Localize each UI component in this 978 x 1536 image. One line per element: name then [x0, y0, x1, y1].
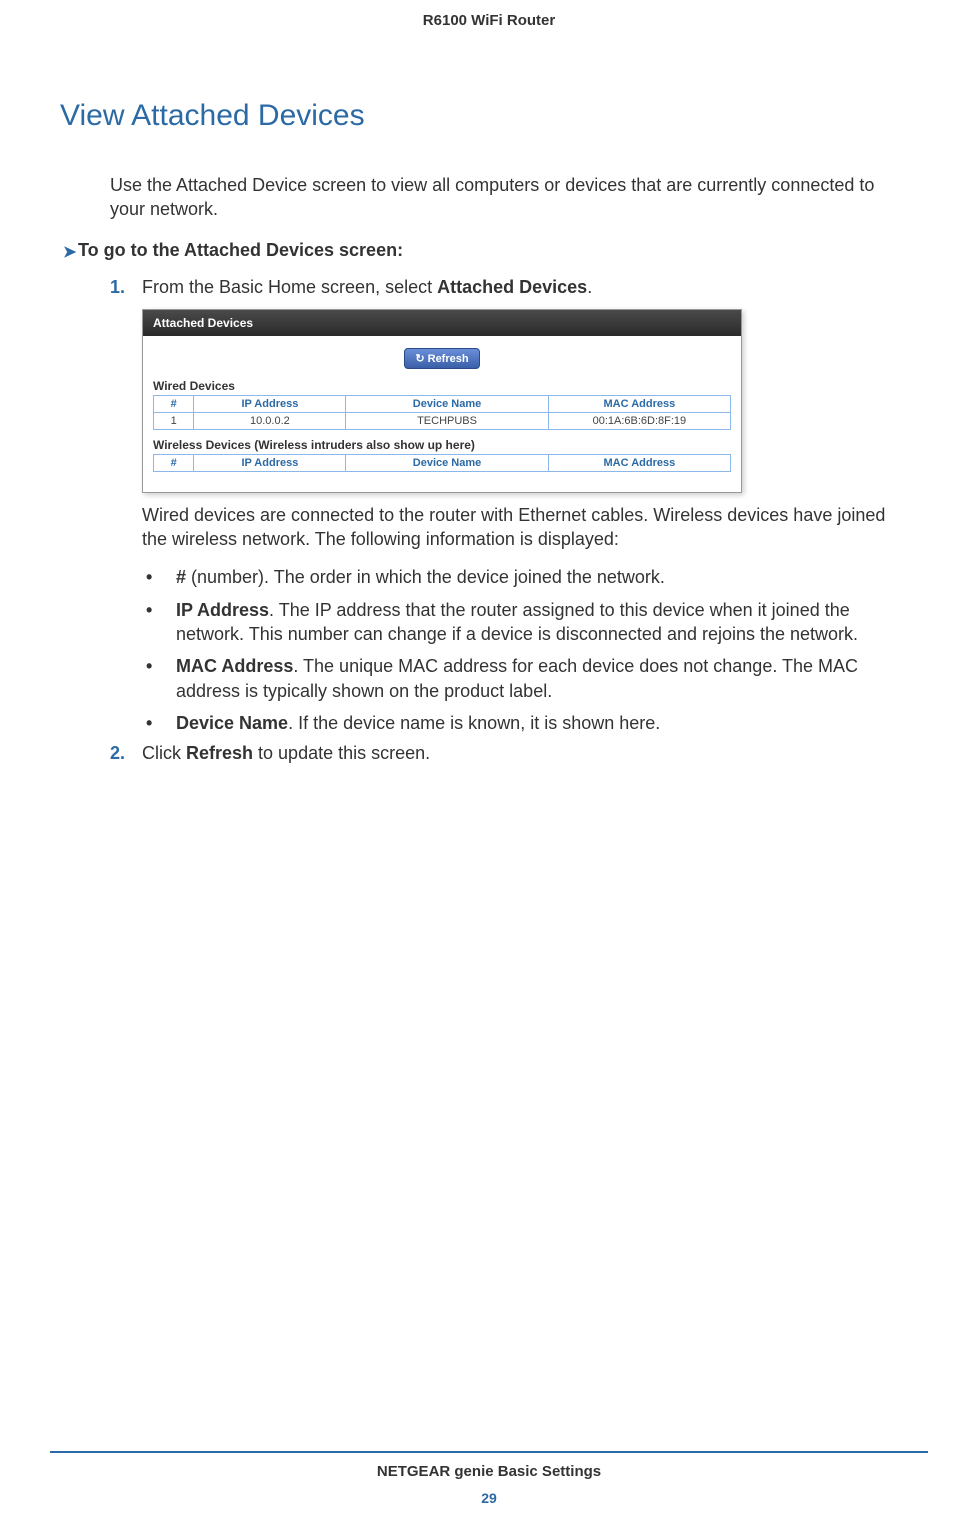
bullet-icon: • [146, 654, 152, 678]
list-item: • IP Address. The IP address that the ro… [142, 598, 898, 647]
list-item: • Device Name. If the device name is kno… [142, 711, 898, 735]
step-bold: Attached Devices [437, 277, 587, 297]
col-ip: IP Address [194, 395, 346, 412]
step-text: From the Basic Home screen, select [142, 277, 437, 297]
step-bold: Refresh [186, 743, 253, 763]
step-number: 1. [110, 275, 125, 299]
step-list: 1. From the Basic Home screen, select At… [110, 275, 928, 299]
step-text: Click [142, 743, 186, 763]
bullet-bold: # [176, 567, 186, 587]
table-header-row: # IP Address Device Name MAC Address [154, 395, 731, 412]
cell-num: 1 [154, 412, 194, 429]
procedure-heading-text: To go to the Attached Devices screen: [78, 240, 403, 260]
bullet-list: • # (number). The order in which the dev… [142, 565, 898, 735]
footer-page-number: 29 [50, 1490, 928, 1506]
cell-ip: 10.0.0.2 [194, 412, 346, 429]
step-number: 2. [110, 743, 125, 764]
col-ip: IP Address [194, 454, 346, 471]
col-name: Device Name [346, 454, 548, 471]
procedure-heading: ➤ To go to the Attached Devices screen: [78, 240, 928, 261]
step-2: 2. Click Refresh to update this screen. [110, 743, 928, 764]
step-text-after: to update this screen. [253, 743, 430, 763]
wired-devices-label: Wired Devices [153, 379, 731, 393]
bullet-bold: MAC Address [176, 656, 293, 676]
bullet-text: . The IP address that the router assigne… [176, 600, 858, 644]
col-mac: MAC Address [548, 395, 730, 412]
attached-devices-screenshot: Attached Devices ↻ Refresh Wired Devices … [142, 309, 742, 493]
description-paragraph: Wired devices are connected to the route… [142, 503, 888, 552]
wireless-devices-label: Wireless Devices (Wireless intruders als… [153, 438, 731, 452]
footer-title: NETGEAR genie Basic Settings [50, 1463, 928, 1480]
arrow-icon: ➤ [63, 242, 76, 262]
col-name: Device Name [346, 395, 548, 412]
col-number: # [154, 395, 194, 412]
screenshot-titlebar: Attached Devices [143, 310, 741, 336]
col-mac: MAC Address [548, 454, 730, 471]
list-item: • # (number). The order in which the dev… [142, 565, 898, 589]
refresh-label: Refresh [428, 353, 469, 365]
intro-paragraph: Use the Attached Device screen to view a… [110, 173, 888, 222]
bullet-bold: IP Address [176, 600, 269, 620]
bullet-icon: • [146, 565, 152, 589]
page-footer: NETGEAR genie Basic Settings 29 [50, 1451, 928, 1506]
bullet-icon: • [146, 711, 152, 735]
refresh-button[interactable]: ↻ Refresh [404, 348, 479, 369]
step-text-after: . [587, 277, 592, 297]
doc-header: R6100 WiFi Router [50, 0, 928, 29]
cell-name: TECHPUBS [346, 412, 548, 429]
bullet-text: . If the device name is known, it is sho… [288, 713, 660, 733]
wireless-devices-table: # IP Address Device Name MAC Address [153, 454, 731, 472]
page-title: View Attached Devices [60, 99, 928, 133]
bullet-bold: Device Name [176, 713, 288, 733]
step-1: 1. From the Basic Home screen, select At… [110, 275, 928, 299]
list-item: • MAC Address. The unique MAC address fo… [142, 654, 898, 703]
refresh-icon: ↻ [415, 352, 424, 365]
screenshot-body: ↻ Refresh Wired Devices # IP Address Devi… [143, 336, 741, 492]
bullet-icon: • [146, 598, 152, 622]
bullet-text: (number). The order in which the device … [186, 567, 665, 587]
cell-mac: 00:1A:6B:6D:8F:19 [548, 412, 730, 429]
col-number: # [154, 454, 194, 471]
wired-devices-table: # IP Address Device Name MAC Address 1 1… [153, 395, 731, 430]
table-row: 1 10.0.0.2 TECHPUBS 00:1A:6B:6D:8F:19 [154, 412, 731, 429]
table-header-row: # IP Address Device Name MAC Address [154, 454, 731, 471]
